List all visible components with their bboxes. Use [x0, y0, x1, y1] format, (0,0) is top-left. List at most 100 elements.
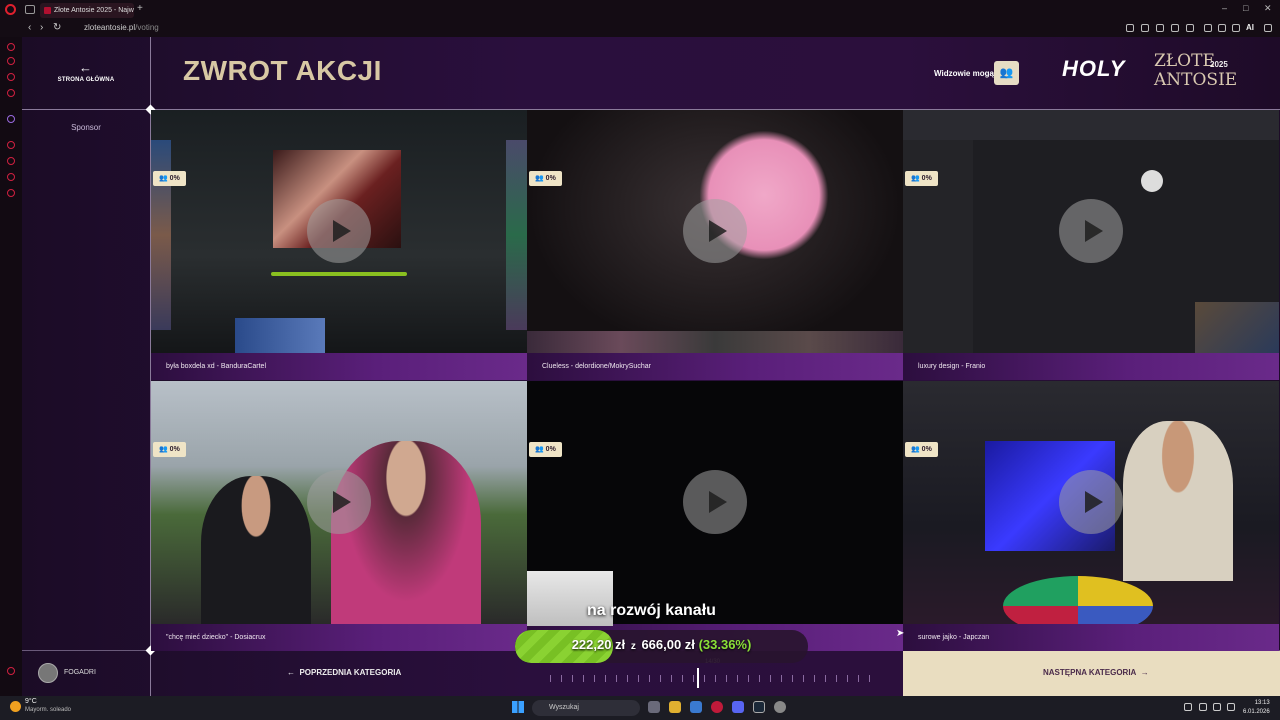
chat-icon[interactable] [1204, 24, 1212, 32]
play-button[interactable] [683, 470, 747, 534]
back-icon[interactable]: ‹ [28, 22, 31, 33]
extension-icon[interactable] [1156, 24, 1164, 32]
clock-date: 6.01.2026 [1243, 709, 1270, 715]
thumb-detail [331, 441, 481, 624]
play-button[interactable] [1059, 470, 1123, 534]
url-field[interactable]: zloteantosie.pl/voting [84, 23, 159, 32]
volume-icon[interactable] [1227, 703, 1235, 711]
url-path: /voting [135, 23, 159, 32]
timeline-tick [814, 675, 815, 682]
ai-button[interactable]: AI [1246, 23, 1254, 32]
next-category-link[interactable]: NASTĘPNA KATEGORIA → [1043, 668, 1149, 677]
vote-percent-badge: 👥 0% [905, 171, 938, 186]
timeline-tick [605, 675, 606, 682]
category-timeline[interactable] [550, 672, 880, 686]
timeline-tick [781, 675, 782, 682]
sidebar-bookmark-icon[interactable] [7, 57, 15, 65]
windows-taskbar: 9°C Mayorm. soleado Wyszukaj 13:13 6.01.… [0, 696, 1280, 720]
arrow-left-icon: ← [79, 60, 92, 75]
bookmark-icon[interactable] [1141, 24, 1149, 32]
timeline-tick [737, 675, 738, 682]
microphone-icon[interactable] [1199, 703, 1207, 711]
maximize-icon[interactable]: □ [1243, 3, 1248, 13]
sponsor-label: Sponsor [71, 123, 101, 132]
settings-icon[interactable] [774, 701, 786, 713]
timeline-tick [825, 675, 826, 682]
reload-icon[interactable]: ↻ [53, 22, 61, 33]
avatar[interactable] [38, 663, 58, 683]
play-icon[interactable] [1171, 24, 1179, 32]
taskbar-clock[interactable]: 13:13 6.01.2026 [1243, 699, 1270, 717]
thumb-detail [506, 140, 527, 330]
timeline-tick [638, 675, 639, 682]
sidebar-settings-icon[interactable] [7, 141, 15, 149]
address-bar: ‹ › ↻ zloteantosie.pl/voting AI [0, 20, 1280, 37]
weather-icon[interactable] [10, 701, 21, 712]
sidebar-whatsapp-icon[interactable] [7, 115, 15, 123]
timeline-tick [583, 675, 584, 682]
browser-tab-bar: Złote Antosie 2025 - Najw + – □ ✕ [0, 0, 1280, 20]
sidebar-send-icon[interactable] [7, 173, 15, 181]
nominee-caption: "chcę mieć dziecko" - Dosiacrux [151, 624, 527, 651]
sidebar-clock-icon[interactable] [7, 157, 15, 165]
timeline-tick [748, 675, 749, 682]
play-button[interactable] [307, 199, 371, 263]
explorer-icon[interactable] [669, 701, 681, 713]
download-icon[interactable] [1232, 24, 1240, 32]
windows-start-icon[interactable] [512, 701, 524, 713]
file-manager-icon[interactable] [648, 701, 660, 713]
page-title: ZWROT AKCJI [183, 55, 382, 86]
discord-icon[interactable] [732, 701, 744, 713]
site-favicon-icon [44, 7, 51, 14]
timeline-tick [803, 675, 804, 682]
donation-amount: 222,20 zł z 666,00 zł (33.36%) [515, 637, 808, 652]
viewers-label: Widzowie mogą [934, 69, 994, 78]
sidebar-aria-icon[interactable] [7, 43, 15, 51]
nominee-tile[interactable]: 👥 0% była boxdela xd - BanduraCartel [151, 110, 527, 380]
users-icon: 👥 [159, 446, 168, 453]
minimize-icon[interactable]: – [1222, 3, 1227, 13]
media-icon[interactable] [690, 701, 702, 713]
taskbar-search-input[interactable]: Wyszukaj [532, 700, 640, 716]
sidebar-messenger-icon[interactable] [7, 89, 15, 97]
play-button[interactable] [683, 199, 747, 263]
nominee-tile[interactable]: 👥 0% luxury design - Franio [903, 110, 1279, 380]
vote-percent-badge: 👥 0% [905, 442, 938, 457]
network-icon[interactable] [1213, 703, 1221, 711]
timeline-tick [770, 675, 771, 682]
nominee-tile[interactable]: 👥 0% "chcę mieć dziecko" - Dosiacrux [151, 381, 527, 651]
brand-name-line2: ANTOSIE [1154, 70, 1238, 90]
play-button[interactable] [1059, 199, 1123, 263]
sidebar-player-icon[interactable] [7, 189, 15, 197]
workspaces-icon[interactable] [25, 5, 35, 14]
close-icon[interactable]: ✕ [1264, 3, 1272, 14]
nominee-tile[interactable]: 👥 0% surowe jajko - Japczan [903, 381, 1279, 651]
vpn-icon[interactable] [1186, 24, 1194, 32]
viewers-button[interactable]: 👥 [994, 61, 1019, 85]
prev-category-button[interactable]: ← POPRZEDNIA KATEGORIA [287, 668, 401, 677]
username: FOGADRI [64, 669, 96, 676]
shield-icon[interactable] [1126, 24, 1134, 32]
snapshot-icon[interactable] [1218, 24, 1226, 32]
opera-logo-icon[interactable] [5, 4, 16, 15]
thumb-detail [235, 318, 325, 353]
menu-icon[interactable] [1264, 24, 1272, 32]
nominee-tile[interactable]: 👥 0% Clueless - delordione/MokrySuchar [527, 110, 903, 380]
new-tab-button[interactable]: + [137, 3, 143, 14]
tab-title: Złote Antosie 2025 - Najw [54, 7, 134, 14]
vote-percent: 0% [545, 175, 556, 182]
timeline-current-marker [697, 668, 699, 688]
arrow-left-icon: ← [287, 668, 295, 677]
opera-taskbar-icon[interactable] [711, 701, 723, 713]
sidebar-history-icon[interactable] [7, 73, 15, 81]
steam-icon[interactable] [753, 701, 765, 713]
tray-chevron-icon[interactable] [1184, 703, 1192, 711]
timeline-tick [616, 675, 617, 682]
next-category-label: NASTĘPNA KATEGORIA [1043, 668, 1137, 677]
weather-temperature: 9°C [25, 698, 37, 705]
sidebar-more-icon[interactable] [7, 667, 15, 675]
forward-icon[interactable]: › [40, 22, 43, 33]
play-button[interactable] [307, 470, 371, 534]
browser-tab[interactable]: Złote Antosie 2025 - Najw [40, 3, 134, 18]
timeline-tick [759, 675, 760, 682]
